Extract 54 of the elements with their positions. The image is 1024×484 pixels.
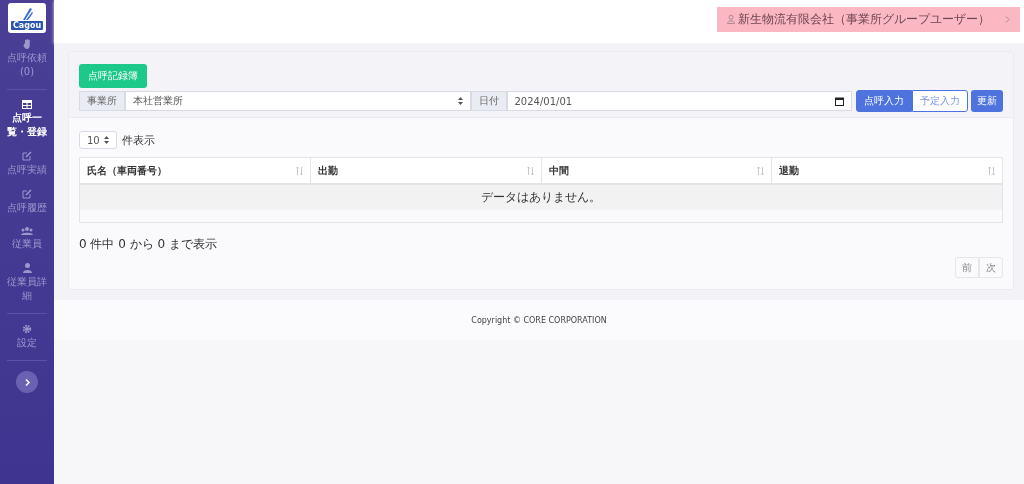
sidebar-label: 点呼履歴 — [6, 201, 48, 215]
refresh-button[interactable]: 更新 — [971, 90, 1003, 112]
edit-icon — [22, 151, 32, 161]
sidebar-label: 点呼依頼 (0) — [6, 51, 48, 79]
sidebar-item[interactable]: 点呼実績 — [0, 145, 54, 183]
sidebar-item[interactable]: 点呼依頼 (0) — [0, 33, 54, 85]
sidebar-item[interactable]: 従業員 — [0, 221, 54, 257]
table-icon — [22, 100, 32, 109]
office-select[interactable]: 本社営業所 — [125, 91, 471, 111]
chevron-right-icon — [24, 378, 30, 386]
page-size-label: 件表示 — [122, 132, 155, 148]
sidebar-item[interactable]: 設定 — [0, 318, 54, 356]
sort-arrows-icon — [757, 166, 765, 175]
office-label: 事業所 — [79, 91, 125, 111]
empty-message: データはありません。 — [80, 185, 1002, 210]
sidebar-item[interactable]: 点呼一覧・登録 — [0, 94, 54, 145]
user-icon — [22, 263, 32, 273]
edit-icon — [22, 189, 32, 199]
chevron-right-icon — [1005, 16, 1010, 23]
sort-arrows-icon — [295, 166, 303, 175]
logo-icon[interactable]: Cagou — [8, 3, 46, 33]
sort-caret-icon — [104, 136, 109, 144]
hand-icon — [22, 39, 32, 49]
column-header[interactable]: 出勤 — [310, 158, 542, 183]
sort-caret-icon — [457, 97, 463, 105]
column-header[interactable]: 退勤 — [772, 158, 1002, 183]
date-field[interactable]: 2024/01/01 — [506, 91, 852, 111]
pager-button[interactable]: 次 — [979, 257, 1003, 278]
date-label: 日付 — [470, 91, 507, 111]
gear-icon — [22, 324, 32, 334]
sidebar-label: 従業員詳細 — [6, 275, 48, 303]
logo-text: Cagou — [10, 20, 44, 30]
user-menu[interactable]: 新生物流有限会社（事業所グループユーザー） — [717, 7, 1020, 32]
sidebar-item[interactable]: 点呼履歴 — [0, 183, 54, 221]
sidebar-label: 点呼一覧・登録 — [6, 111, 48, 139]
column-header[interactable]: 中間 — [541, 158, 773, 183]
sidebar-item[interactable]: 従業員詳細 — [0, 257, 54, 309]
sort-arrows-icon — [988, 166, 995, 175]
mode-tab[interactable]: 点呼入力 — [856, 90, 912, 112]
sidebar-label: 設定 — [16, 336, 38, 350]
sort-arrows-icon — [526, 166, 534, 175]
calendar-icon — [835, 96, 844, 106]
wing-icon — [20, 6, 34, 21]
sidebar-label: 従業員 — [11, 237, 43, 251]
mode-tab[interactable]: 予定入力 — [912, 90, 968, 112]
sidebar-label: 点呼実績 — [6, 163, 48, 177]
copyright-text: Copyright © CORE CORPORATION — [471, 315, 607, 325]
page-size-select[interactable]: 10 — [79, 131, 117, 149]
user-icon — [727, 15, 735, 24]
table-info: 0 件中 0 から 0 まで表示 — [79, 236, 218, 253]
group-icon — [21, 227, 33, 235]
expand-button[interactable] — [16, 371, 38, 393]
column-header[interactable]: 氏名（車両番号） — [80, 158, 311, 183]
pager-button[interactable]: 前 — [955, 257, 979, 278]
